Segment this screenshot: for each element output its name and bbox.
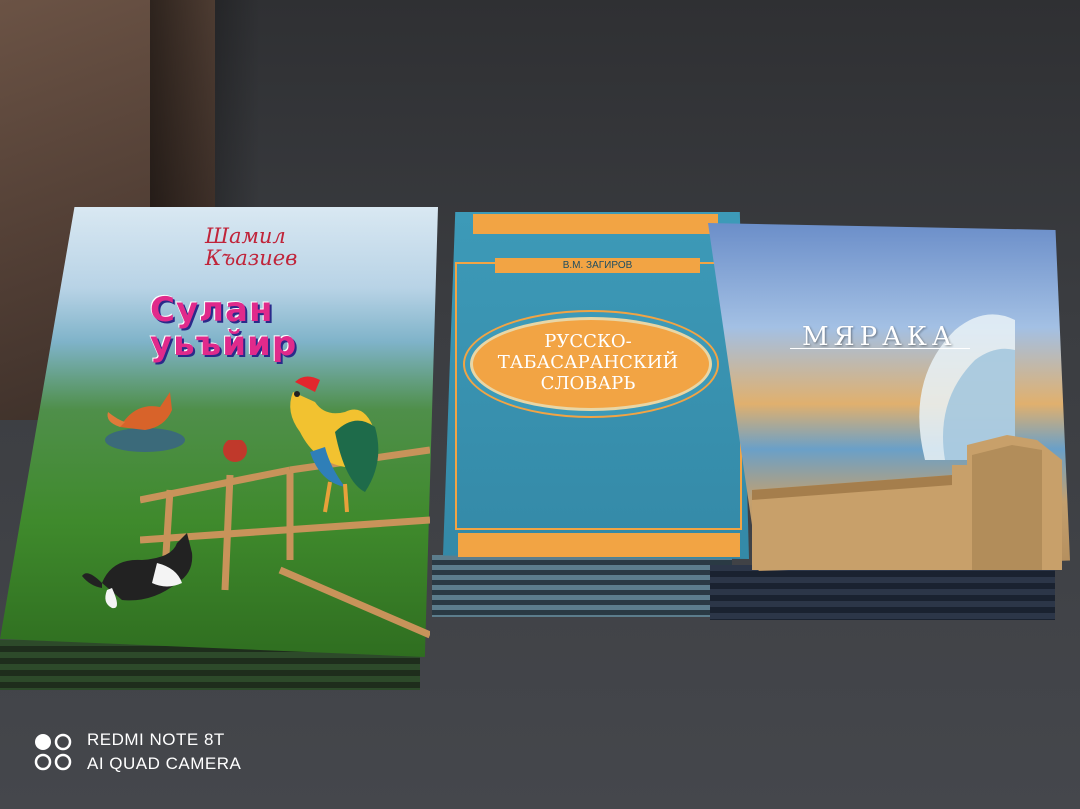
- fortress-wall-illustration: [752, 435, 1062, 570]
- watermark-line2: AI QUAD CAMERA: [87, 754, 242, 773]
- book-stack-right: [710, 565, 1055, 620]
- book-stack-middle: [432, 555, 732, 617]
- cover-band-top: [473, 214, 718, 234]
- camera-watermark: REDMI NOTE 8T AI QUAD CAMERA: [33, 728, 241, 776]
- cover-band-bottom: [458, 533, 740, 557]
- rooster-illustration: [290, 376, 379, 513]
- book1-title-line2: уьъйир: [150, 324, 298, 364]
- book2-title-line1: РУССКО-: [544, 331, 632, 352]
- photo-scene: Шамил Къазиев Сулан уьъйир В.М. ЗАГИРОВ …: [0, 0, 1080, 809]
- watermark-line1: REDMI NOTE 8T: [87, 730, 225, 749]
- cat-illustration: [82, 533, 193, 609]
- watermark-text: REDMI NOTE 8T AI QUAD CAMERA: [87, 728, 241, 776]
- title-underline: [790, 348, 970, 349]
- book2-title-line3: СЛОВАРЬ: [540, 373, 636, 394]
- book1-title-line1: Сулан: [150, 290, 274, 330]
- book1-author: Шамил Къазиев: [205, 224, 298, 270]
- quad-camera-icon: [34, 733, 72, 771]
- book1-title: Сулан уьъйир: [150, 293, 297, 361]
- book2-author: В.М. ЗАГИРОВ: [495, 258, 700, 273]
- book2-title: РУССКО- ТАБАСАРАНСКИЙ СЛОВАРЬ: [470, 331, 706, 394]
- book2-title-line2: ТАБАСАРАНСКИЙ: [497, 352, 679, 373]
